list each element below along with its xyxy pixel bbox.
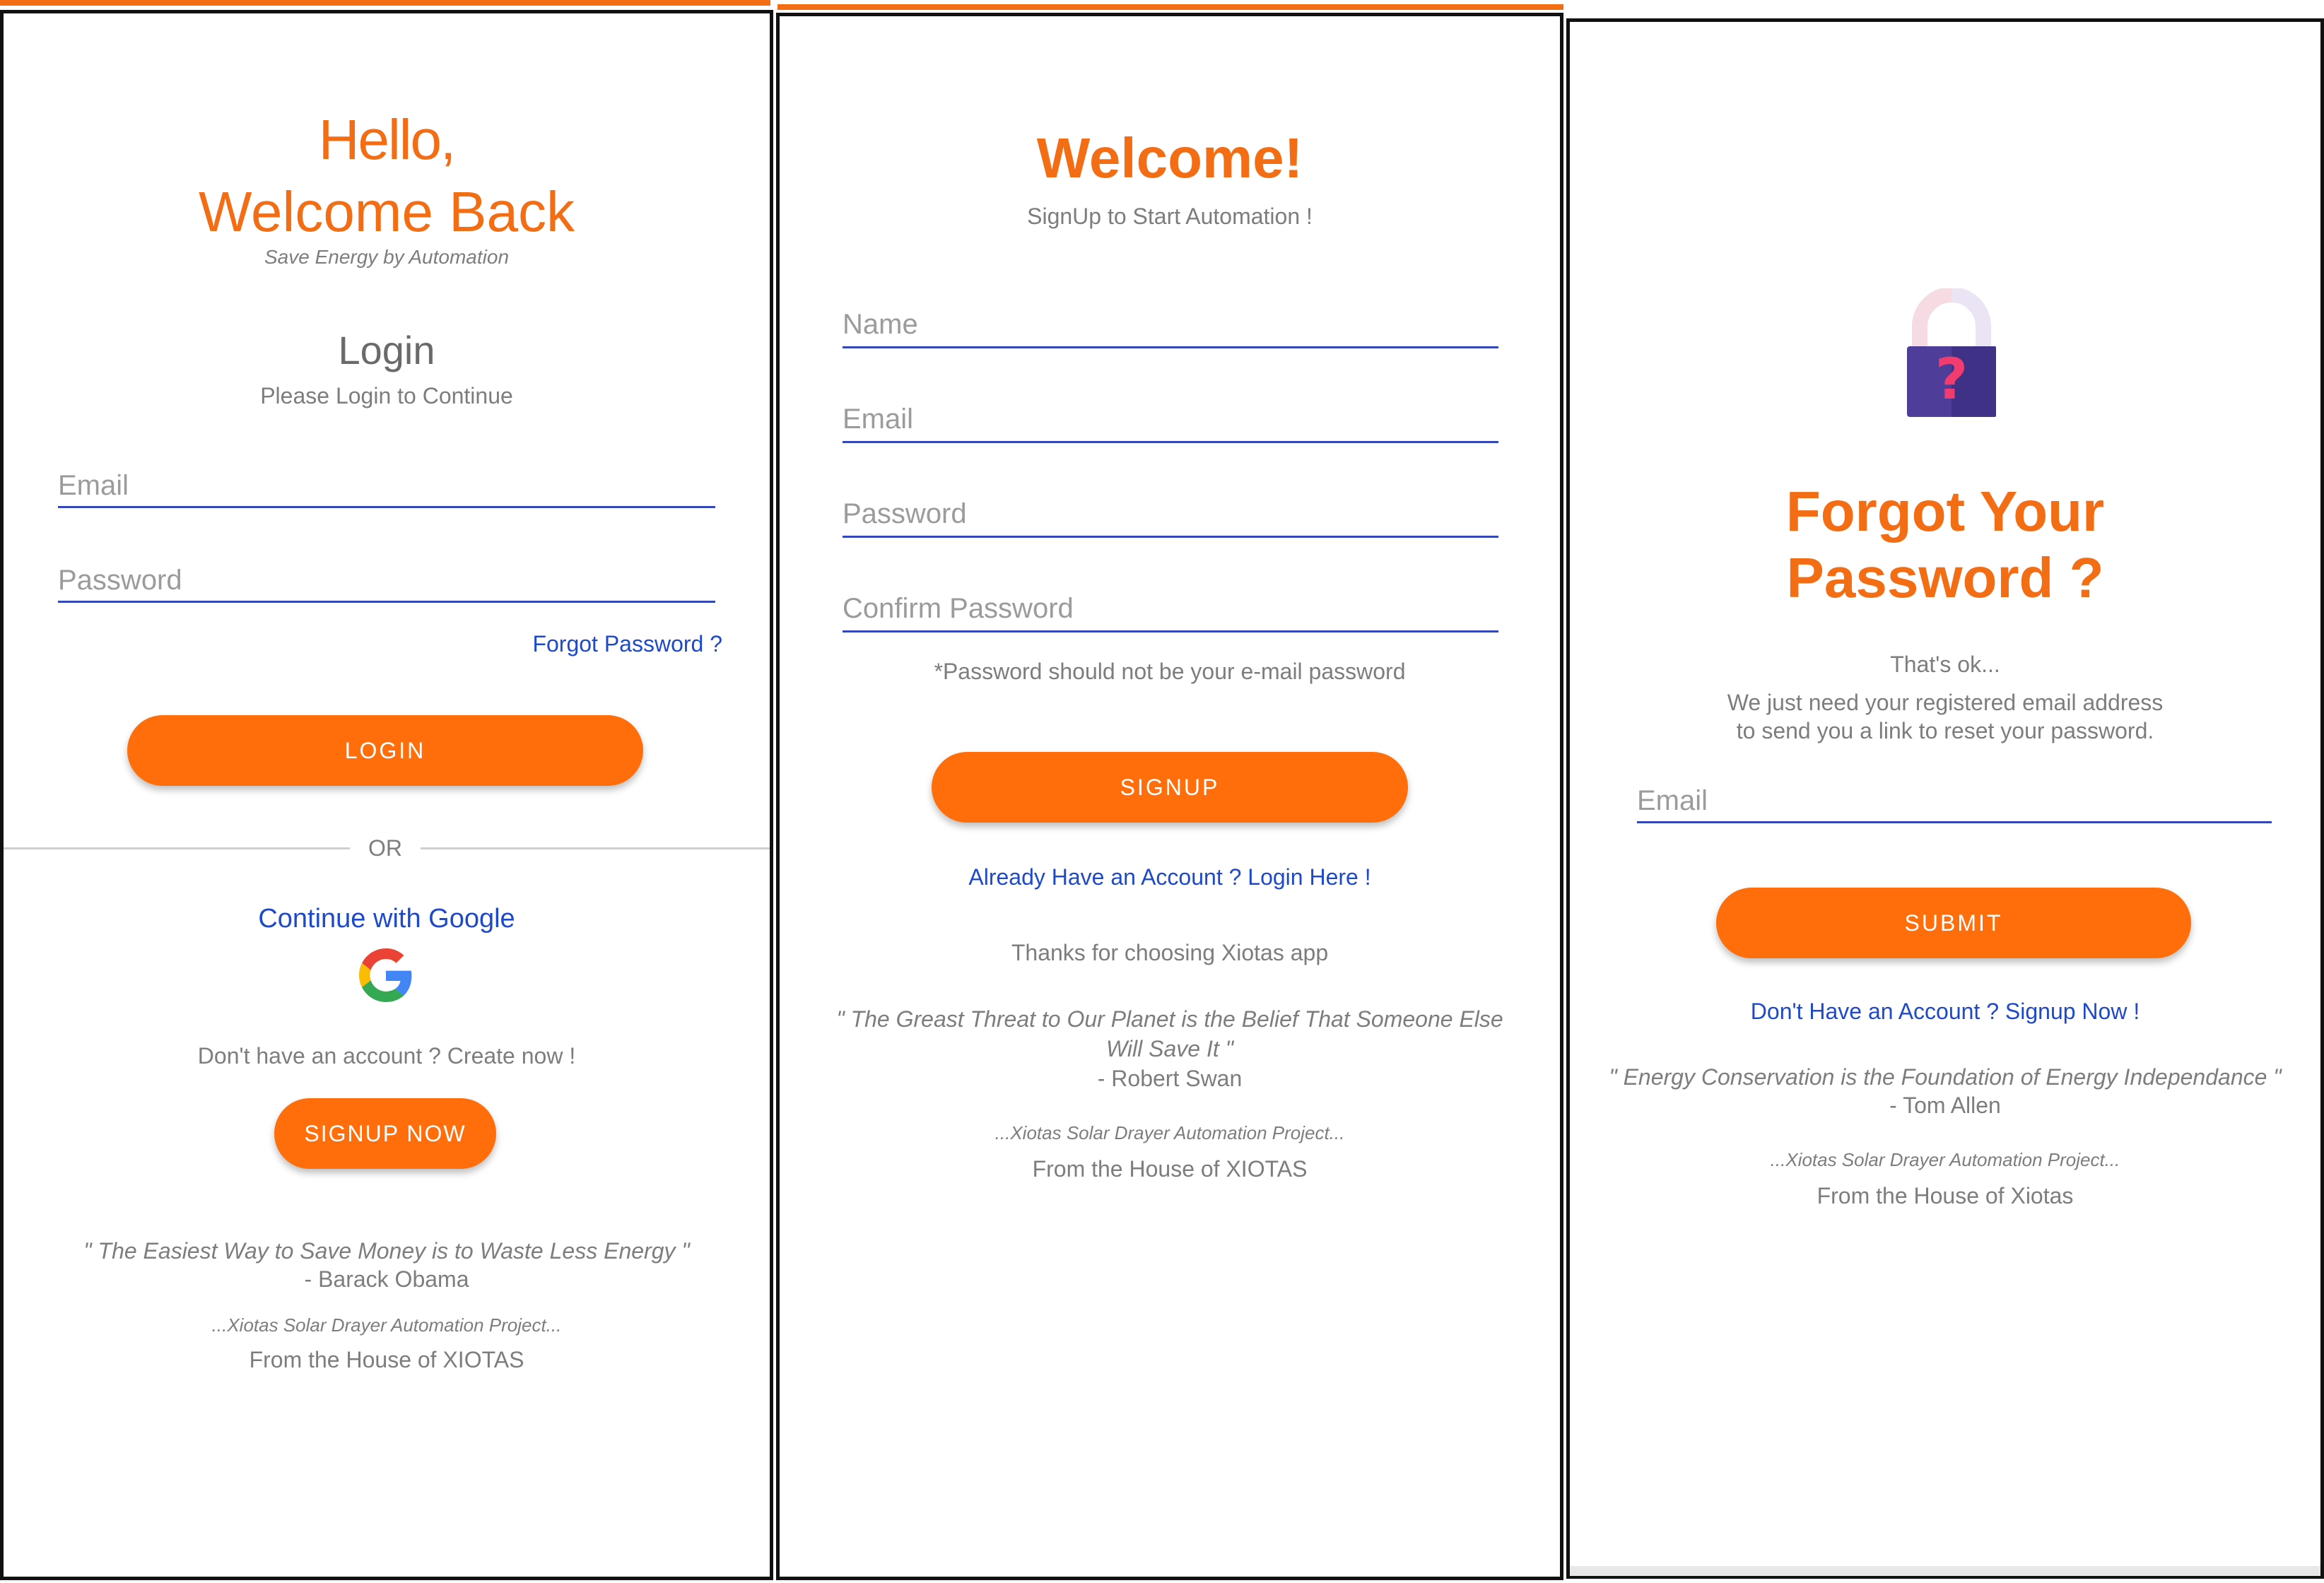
submit-button[interactable]: SUBMIT (1716, 888, 2191, 958)
forgot-ok-text: That's ok... (1890, 652, 2000, 677)
forgot-password-link[interactable]: Forgot Password ? (523, 629, 722, 659)
login-button[interactable]: LOGIN (127, 715, 643, 786)
signup-top-accent-bar (777, 4, 1563, 10)
signup-now-button[interactable]: SIGNUP NOW (274, 1098, 496, 1169)
signup-house-text: From the House of XIOTAS (1032, 1156, 1308, 1182)
login-quote: " The Easiest Way to Save Money is to Wa… (83, 1238, 690, 1264)
google-g-icon[interactable] (359, 948, 413, 1002)
forgot-info-line2: to send you a link to reset your passwor… (1736, 718, 2154, 743)
lock-question-icon: ? (1904, 287, 1999, 418)
login-greeting-line2: Welcome Back (198, 180, 575, 243)
forgot-quote: " Energy Conservation is the Foundation … (1609, 1064, 2282, 1090)
login-tagline: Save Energy by Automation (264, 246, 510, 268)
forgot-quote-author: - Tom Allen (1889, 1093, 2001, 1118)
password-note: *Password should not be your e-mail pass… (934, 659, 1406, 684)
thanks-text: Thanks for choosing Xiotas app (1011, 940, 1329, 965)
login-project-text: ...Xiotas Solar Drayer Automation Projec… (211, 1314, 562, 1336)
signup-quote-line1: " The Greast Threat to Our Planet is the… (836, 1006, 1503, 1032)
signup-project-text: ...Xiotas Solar Drayer Automation Projec… (994, 1122, 1345, 1143)
login-password-underline (58, 601, 715, 603)
svg-text:?: ? (1935, 346, 1968, 412)
or-divider-right (421, 847, 770, 849)
login-house-text: From the House of XIOTAS (249, 1347, 524, 1372)
signup-email-underline (843, 441, 1498, 443)
signup-now-link[interactable]: Don't Have an Account ? Signup Now ! (1566, 996, 2324, 1026)
forgot-title-line2: Password ? (1786, 546, 2104, 609)
forgot-bottom-strip (1570, 1566, 2320, 1576)
or-divider-text: OR (368, 835, 402, 861)
name-input[interactable]: Name (843, 307, 1498, 342)
forgot-house-text: From the House of Xiotas (1817, 1183, 2074, 1208)
login-email-underline (58, 506, 715, 508)
signup-button[interactable]: SIGNUP (932, 752, 1408, 823)
forgot-info-line1: We just need your registered email addre… (1727, 690, 2164, 715)
login-greeting-line1: Hello, (318, 108, 457, 171)
signup-quote-author: - Robert Swan (1097, 1066, 1243, 1091)
signup-quote-line2: Will Save It " (1106, 1036, 1233, 1061)
login-email-input[interactable]: Email (58, 468, 715, 503)
login-password-input[interactable]: Password (58, 563, 715, 598)
or-divider-left (4, 847, 350, 849)
forgot-email-input[interactable]: Email (1637, 783, 2272, 818)
forgot-project-text: ...Xiotas Solar Drayer Automation Projec… (1770, 1149, 2120, 1170)
signup-password-underline (843, 536, 1498, 538)
continue-with-google-link[interactable]: Continue with Google (0, 902, 773, 936)
login-subheading: Please Login to Continue (260, 383, 513, 408)
confirm-password-input[interactable]: Confirm Password (843, 591, 1498, 626)
login-here-link[interactable]: Already Have an Account ? Login Here ! (776, 862, 1563, 892)
signup-email-input[interactable]: Email (843, 401, 1498, 437)
forgot-email-underline (1637, 821, 2272, 823)
forgot-title-line1: Forgot Your (1785, 480, 2105, 543)
login-top-accent-bar (0, 0, 770, 6)
login-heading: Login (338, 328, 435, 372)
signup-password-input[interactable]: Password (843, 496, 1498, 531)
signup-subtitle: SignUp to Start Automation ! (1027, 204, 1313, 229)
name-underline (843, 346, 1498, 348)
confirm-password-underline (843, 630, 1498, 632)
signup-title: Welcome! (1036, 126, 1303, 189)
login-quote-author: - Barack Obama (304, 1266, 469, 1292)
no-account-text: Don't have an account ? Create now ! (197, 1043, 576, 1069)
